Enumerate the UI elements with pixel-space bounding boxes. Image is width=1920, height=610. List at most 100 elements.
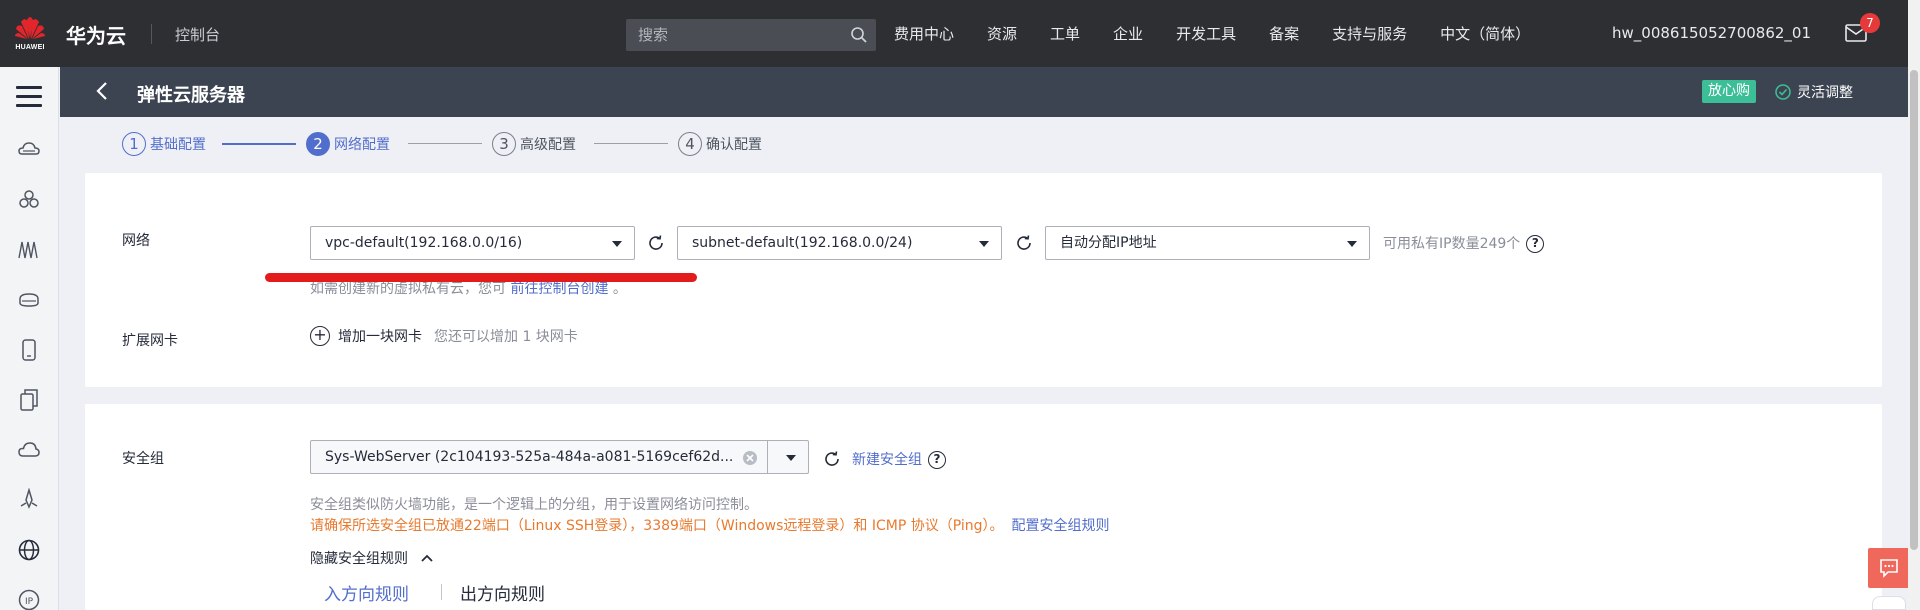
- step-number: 2: [306, 132, 330, 156]
- hide-rules-label: 隐藏安全组规则: [310, 551, 408, 567]
- search-icon[interactable]: [850, 26, 868, 44]
- cloud-icon[interactable]: [17, 438, 41, 462]
- chevron-down-icon: [1347, 241, 1357, 247]
- nav-dev-tools[interactable]: 开发工具: [1176, 23, 1236, 44]
- username[interactable]: hw_008615052700862_01: [1612, 24, 1811, 42]
- step-label: 高级配置: [520, 137, 576, 153]
- create-vpc-hint-text: 如需创建新的虚拟私有云，您可: [310, 281, 506, 297]
- create-vpc-link[interactable]: 前往控制台创建: [510, 281, 608, 297]
- security-group-select[interactable]: Sys-WebServer (2c104193-525a-484a-a081-5…: [310, 440, 809, 474]
- nav-resources[interactable]: 资源: [987, 23, 1017, 44]
- cluster-icon[interactable]: [17, 188, 41, 212]
- security-group-value: Sys-WebServer (2c104193-525a-484a-a081-5…: [325, 449, 734, 465]
- top-navigation-bar: HUAWEI 华为云 控制台 费用中心 资源 工单 企业 开发工具 备案 支持与…: [0, 0, 1908, 67]
- rule-tabs: 入方向规则 出方向规则: [310, 578, 559, 610]
- vpc-value: vpc-default(192.168.0.0/16): [325, 235, 523, 251]
- chevron-down-icon: [786, 455, 796, 461]
- tab-inbound-rules[interactable]: 入方向规则: [310, 578, 423, 610]
- flex-adjust-link[interactable]: 灵活调整: [1775, 82, 1853, 102]
- tab-outbound-rules[interactable]: 出方向规则: [460, 578, 559, 610]
- network-label: 网络: [122, 233, 150, 249]
- nav-billing[interactable]: 费用中心: [894, 23, 954, 44]
- nav-support[interactable]: 支持与服务: [1332, 23, 1407, 44]
- plus-circle-icon: +: [310, 326, 330, 346]
- step-connector: [408, 143, 482, 144]
- chevron-up-icon: [421, 554, 433, 562]
- add-nic-hint: 您还可以增加 1 块网卡: [434, 329, 578, 345]
- help-icon[interactable]: ?: [928, 451, 946, 469]
- rocket-icon[interactable]: [17, 488, 41, 512]
- security-group-desc: 安全组类似防火墙功能，是一个逻辑上的分组，用于设置网络访问控制。: [310, 497, 758, 513]
- ip-assign-value: 自动分配IP地址: [1060, 235, 1157, 251]
- header-divider: [151, 24, 152, 44]
- new-security-group-link[interactable]: 新建安全组: [852, 452, 922, 468]
- step-basic-config[interactable]: 1 基础配置: [122, 131, 206, 157]
- nav-language[interactable]: 中文（简体）: [1440, 23, 1530, 44]
- step-label: 基础配置: [150, 137, 206, 153]
- huawei-logo[interactable]: HUAWEI: [12, 14, 48, 54]
- back-arrow-icon[interactable]: [94, 80, 110, 102]
- port-warning-text: 请确保所选安全组已放通22端口（Linux SSH登录），3389端口（Wind…: [310, 518, 1004, 534]
- console-link[interactable]: 控制台: [175, 24, 220, 45]
- hide-rules-toggle[interactable]: 隐藏安全组规则: [310, 548, 434, 568]
- assurance-tag[interactable]: 放心购: [1702, 80, 1756, 103]
- globe-icon[interactable]: [17, 538, 41, 562]
- tab-separator: [441, 584, 442, 600]
- copy-icon[interactable]: [17, 388, 41, 412]
- feedback-button[interactable]: [1868, 548, 1910, 588]
- ip-assign-select[interactable]: 自动分配IP地址: [1045, 226, 1370, 260]
- svg-text:IP: IP: [25, 597, 34, 607]
- search-box[interactable]: [626, 19, 876, 51]
- ext-nic-label: 扩展网卡: [122, 333, 178, 349]
- new-security-group: 新建安全组?: [852, 449, 946, 469]
- scrollbar-thumb[interactable]: [1910, 70, 1918, 550]
- refresh-security-group-icon[interactable]: [823, 450, 841, 468]
- ip-icon[interactable]: IP: [17, 588, 41, 610]
- flex-adjust-label: 灵活调整: [1797, 85, 1853, 101]
- add-nic-label: 增加一块网卡: [338, 329, 422, 345]
- security-group-label: 安全组: [122, 451, 164, 467]
- page-scrollbar[interactable]: [1908, 0, 1920, 610]
- step-confirm-config[interactable]: 4 确认配置: [678, 131, 762, 157]
- page-header-bar: [60, 67, 1908, 117]
- nav-filing[interactable]: 备案: [1269, 23, 1299, 44]
- page-title: 弹性云服务器: [137, 85, 245, 106]
- header-nav: 费用中心 资源 工单 企业 开发工具 备案 支持与服务 中文（简体）: [894, 0, 1563, 67]
- subnet-select[interactable]: subnet-default(192.168.0.0/24): [677, 226, 1002, 260]
- brand-name[interactable]: 华为云: [66, 20, 126, 49]
- step-number: 4: [678, 132, 702, 156]
- logo-text: HUAWEI: [15, 44, 45, 51]
- port-warning: 请确保所选安全组已放通22端口（Linux SSH登录），3389端口（Wind…: [310, 515, 1110, 535]
- step-label: 网络配置: [334, 137, 390, 153]
- step-connector: [594, 143, 668, 144]
- step-network-config[interactable]: 2 网络配置: [306, 131, 390, 157]
- subnet-value: subnet-default(192.168.0.0/24): [692, 235, 913, 251]
- configure-rules-link[interactable]: 配置安全组规则: [1012, 518, 1110, 534]
- refresh-subnet-icon[interactable]: [1015, 234, 1033, 252]
- step-advanced-config[interactable]: 3 高级配置: [492, 131, 576, 157]
- step-number: 1: [122, 132, 146, 156]
- step-number: 3: [492, 132, 516, 156]
- secondary-float-button[interactable]: [1872, 596, 1906, 610]
- mail-badge: 7: [1860, 13, 1880, 33]
- mobile-icon[interactable]: [17, 338, 41, 362]
- refresh-vpc-icon[interactable]: [647, 234, 665, 252]
- ip-available-hint: 可用私有IP数量249个?: [1383, 233, 1545, 253]
- vpc-select[interactable]: vpc-default(192.168.0.0/16): [310, 226, 635, 260]
- clear-icon[interactable]: [742, 450, 758, 466]
- chevron-down-icon: [612, 241, 622, 247]
- hamburger-menu-icon[interactable]: [16, 86, 42, 108]
- nav-enterprise[interactable]: 企业: [1113, 23, 1143, 44]
- huawei-petals-icon: [15, 17, 45, 39]
- storage-icon[interactable]: [17, 288, 41, 312]
- step-connector: [222, 143, 296, 145]
- add-nic-button[interactable]: + 增加一块网卡 您还可以增加 1 块网卡: [310, 326, 578, 346]
- chat-icon: [1880, 559, 1898, 578]
- network-icon[interactable]: [17, 238, 41, 262]
- red-annotation-underline: [265, 273, 697, 282]
- nav-tickets[interactable]: 工单: [1050, 23, 1080, 44]
- select-divider: [767, 441, 768, 473]
- search-input[interactable]: [626, 19, 846, 51]
- cloud-server-icon[interactable]: [17, 138, 41, 162]
- help-icon[interactable]: ?: [1526, 235, 1545, 253]
